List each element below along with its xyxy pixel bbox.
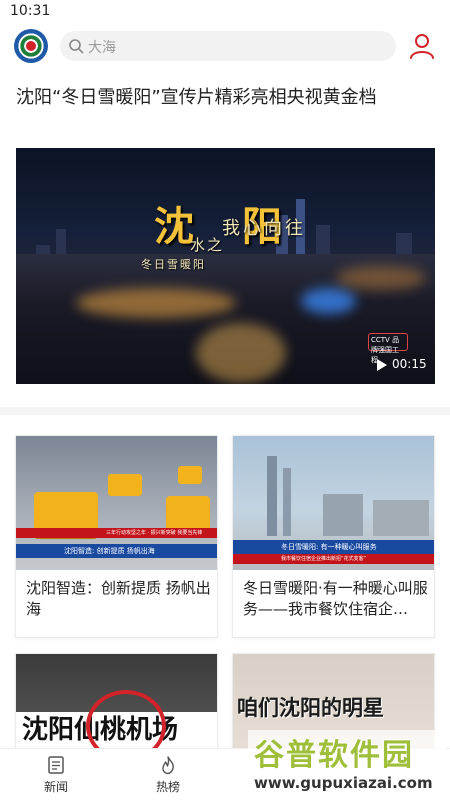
robot-vehicle [108,474,142,496]
card-title: 冬日雪暖阳·有一种暖心叫服务——我市餐饮住宿企… [243,579,428,618]
cctv-badge: CCTV 品牌强国工程 [368,333,408,364]
play-icon[interactable] [376,358,388,372]
status-bar: 10:31 [0,0,450,24]
video-duration: 00:15 [392,357,427,371]
watermark: 谷普软件园 www.gupuxiazai.com [248,730,446,796]
nav-item-hot[interactable]: 热榜 [138,755,198,795]
video-title-left: 冬日雪暖阳 [141,258,206,271]
card-thumbnail: 冬日雪暖阳: 有一种暖心叫服务 我市餐饮住宿企业推出新招“花式变客” [233,436,434,570]
nav-item-news[interactable]: 新闻 [26,755,86,795]
nav-label: 新闻 [43,780,68,794]
watermark-url: www.gupuxiazai.com [254,774,433,792]
search-icon [69,39,84,54]
news-icon [48,756,64,774]
thumb-ticker: 三年行动攻坚之年 · 振兴新突破 我要当先锋 [16,528,217,538]
nav-label: 热榜 [155,780,180,794]
card-thumbnail: 三年行动攻坚之年 · 振兴新突破 我要当先锋 沈阳智造: 创新提质 扬帆出海 [16,436,217,570]
thumb-caption: 沈阳智造: 创新提质 扬帆出海 [16,544,217,558]
news-card[interactable]: 三年行动攻坚之年 · 振兴新突破 我要当先锋 沈阳智造: 创新提质 扬帆出海 沈… [15,435,218,638]
tower-building [283,468,291,536]
user-profile-icon[interactable] [408,32,436,60]
app-logo [14,29,48,63]
video-light-glow [76,288,236,318]
video-light-glow [336,266,426,290]
thumb-ticker: 我市餐饮住宿企业推出新招“花式变客” [233,554,434,564]
video-light-glow [301,288,356,314]
search-placeholder: 大海 [88,40,116,56]
city-building [373,500,429,536]
status-time: 10:31 [10,3,51,19]
thumb-caption: 咱们沈阳的明星 [237,696,384,720]
news-card[interactable]: 冬日雪暖阳: 有一种暖心叫服务 我市餐饮住宿企业推出新招“花式变客” 冬日雪暖阳… [232,435,435,638]
video-title-sub: 我心向往 [222,218,306,239]
tower-building [267,456,277,536]
card-title: 沈阳智造：创新提质 扬帆出海 [26,579,211,618]
headline-title[interactable]: 沈阳“冬日雪暖阳”宣传片精彩亮相央视黄金档 [16,86,436,110]
thumb-caption: 冬日雪暖阳: 有一种暖心叫服务 [233,540,434,554]
video-title-sub-2: 水之 [190,236,225,254]
search-input[interactable]: 大海 [60,31,396,61]
top-bar: 大海 [0,26,450,66]
section-divider [0,407,450,415]
featured-video[interactable]: 沈阳 我心向往 水之 冬日雪暖阳 CCTV 品牌强国工程 00:15 [16,148,435,384]
flame-icon [162,756,174,775]
city-building [323,494,363,536]
robot-vehicle [178,466,202,484]
watermark-text: 谷普软件园 [254,738,414,773]
video-light-glow [196,323,286,383]
